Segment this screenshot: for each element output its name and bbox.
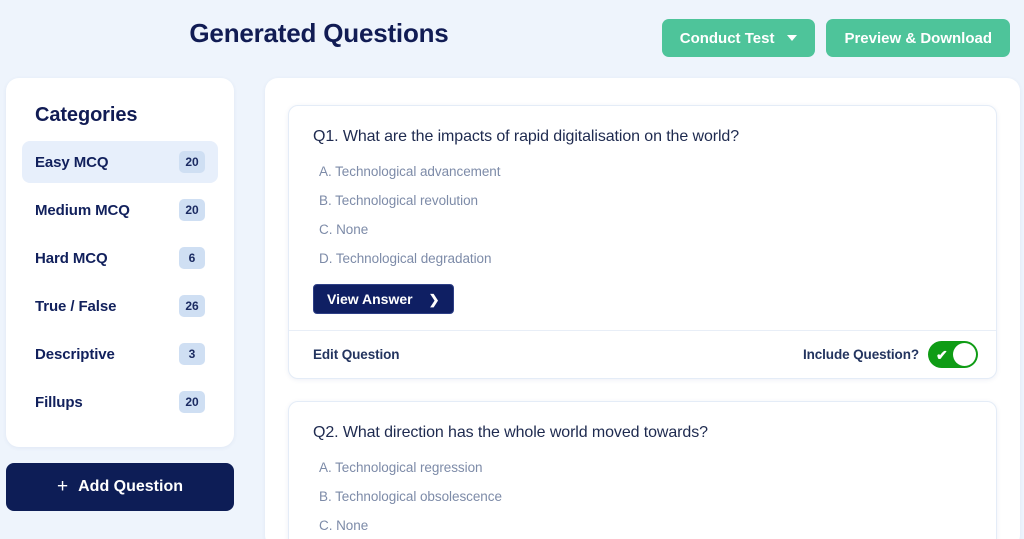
- check-icon: ✔: [936, 348, 948, 362]
- question-card: Q2. What direction has the whole world m…: [288, 401, 997, 539]
- edit-question-link[interactable]: Edit Question: [313, 347, 399, 362]
- questions-panel[interactable]: Q1. What are the impacts of rapid digita…: [265, 78, 1020, 539]
- sidebar-item-easy-mcq[interactable]: Easy MCQ 20: [22, 141, 218, 183]
- question-option[interactable]: B. Technological obsolescence: [313, 489, 972, 504]
- category-count-badge: 20: [179, 199, 205, 221]
- add-question-label: Add Question: [78, 478, 183, 496]
- question-option[interactable]: A. Technological regression: [313, 460, 972, 475]
- category-count-badge: 3: [179, 343, 205, 365]
- categories-title: Categories: [35, 104, 218, 127]
- page-header: Generated Questions Conduct Test Preview…: [0, 0, 1024, 70]
- category-count-badge: 20: [179, 151, 205, 173]
- category-label: Easy MCQ: [35, 154, 108, 171]
- category-count-badge: 6: [179, 247, 205, 269]
- sidebar-item-true-false[interactable]: True / False 26: [22, 285, 218, 327]
- category-label: Descriptive: [35, 346, 115, 363]
- category-label: Medium MCQ: [35, 202, 130, 219]
- question-text: Q1. What are the impacts of rapid digita…: [313, 128, 972, 146]
- question-option[interactable]: C. None: [313, 518, 972, 533]
- view-answer-label: View Answer: [327, 291, 413, 307]
- sidebar-item-descriptive[interactable]: Descriptive 3: [22, 333, 218, 375]
- conduct-test-label: Conduct Test: [680, 30, 775, 47]
- category-count-badge: 26: [179, 295, 205, 317]
- question-option[interactable]: D. Technological degradation: [313, 251, 972, 266]
- category-label: True / False: [35, 298, 116, 315]
- category-label: Hard MCQ: [35, 250, 108, 267]
- view-answer-button[interactable]: View Answer ❯: [313, 284, 454, 314]
- question-option[interactable]: A. Technological advancement: [313, 164, 972, 179]
- category-list: Easy MCQ 20 Medium MCQ 20 Hard MCQ 6 True / Fa…: [22, 141, 218, 423]
- chevron-down-icon: [787, 35, 797, 41]
- add-question-button[interactable]: + Add Question: [6, 463, 234, 511]
- include-question-toggle[interactable]: ✔: [928, 341, 978, 368]
- app-root: Generated Questions Conduct Test Preview…: [0, 0, 1024, 539]
- question-list: Q1. What are the impacts of rapid digita…: [288, 105, 997, 539]
- include-question-group: Include Question? ✔: [803, 341, 978, 368]
- category-label: Fillups: [35, 394, 83, 411]
- question-option[interactable]: C. None: [313, 222, 972, 237]
- question-card: Q1. What are the impacts of rapid digita…: [288, 105, 997, 379]
- toggle-knob: [953, 343, 976, 366]
- chevron-right-icon: ❯: [429, 293, 440, 306]
- question-body: Q2. What direction has the whole world m…: [289, 402, 996, 539]
- sidebar-item-medium-mcq[interactable]: Medium MCQ 20: [22, 189, 218, 231]
- sidebar-item-hard-mcq[interactable]: Hard MCQ 6: [22, 237, 218, 279]
- include-question-label: Include Question?: [803, 347, 919, 362]
- plus-icon: +: [57, 477, 68, 496]
- question-footer: Edit Question Include Question? ✔: [289, 330, 996, 378]
- header-actions: Conduct Test Preview & Download: [662, 19, 1010, 57]
- question-option[interactable]: B. Technological revolution: [313, 193, 972, 208]
- question-text: Q2. What direction has the whole world m…: [313, 424, 972, 442]
- preview-download-button[interactable]: Preview & Download: [826, 19, 1010, 57]
- question-body: Q1. What are the impacts of rapid digita…: [289, 106, 996, 330]
- category-count-badge: 20: [179, 391, 205, 413]
- sidebar: Categories Easy MCQ 20 Medium MCQ 20 Hard MC…: [6, 78, 234, 511]
- categories-card: Categories Easy MCQ 20 Medium MCQ 20 Hard MC…: [6, 78, 234, 447]
- conduct-test-button[interactable]: Conduct Test: [662, 19, 816, 57]
- sidebar-item-fillups[interactable]: Fillups 20: [22, 381, 218, 423]
- preview-download-label: Preview & Download: [844, 30, 992, 47]
